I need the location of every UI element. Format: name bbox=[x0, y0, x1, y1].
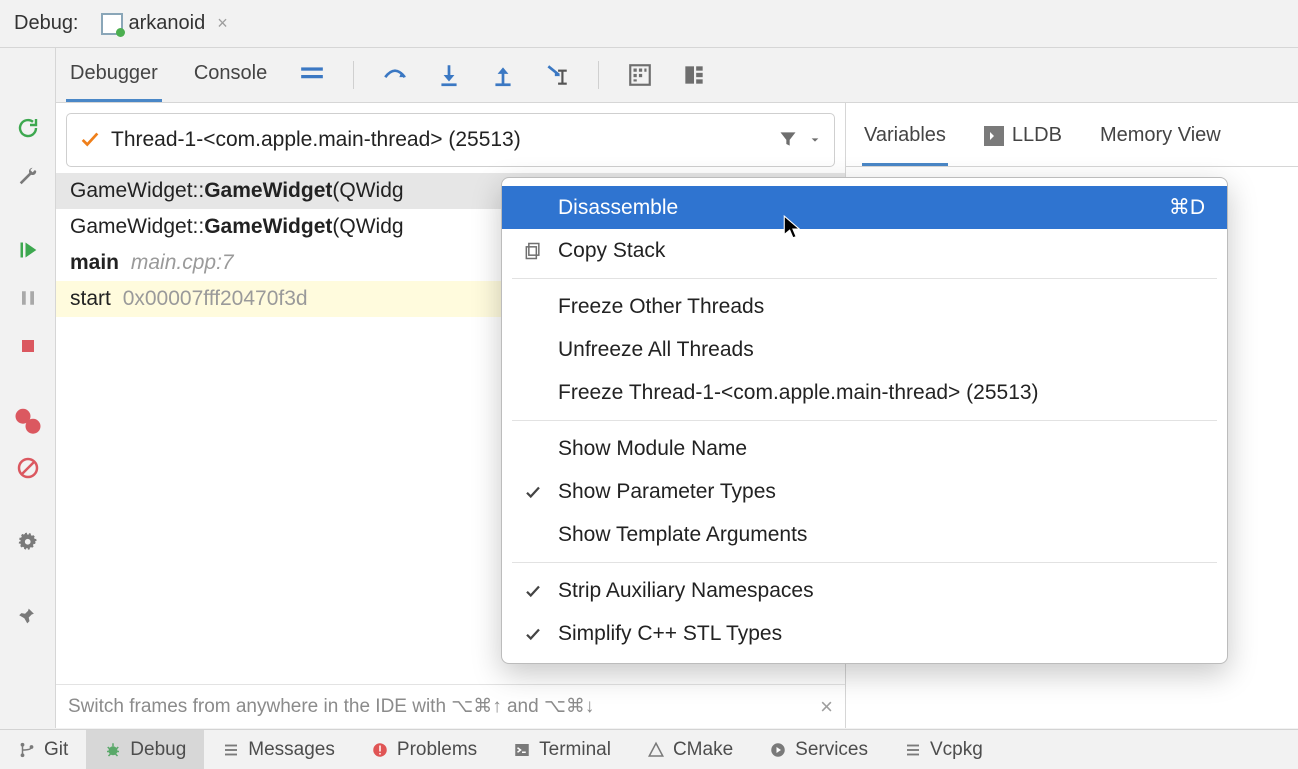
tool-window-tabs: Debug: arkanoid × bbox=[0, 0, 1298, 47]
stop-icon[interactable] bbox=[13, 331, 43, 361]
play-icon bbox=[769, 741, 787, 759]
toolbar-separator bbox=[598, 61, 599, 89]
hint-bar: Switch frames from anywhere in the IDE w… bbox=[56, 684, 845, 728]
terminal-icon bbox=[513, 741, 531, 759]
menu-item-copy-stack[interactable]: Copy Stack bbox=[502, 229, 1227, 272]
evaluate-icon[interactable] bbox=[681, 62, 707, 88]
list-icon bbox=[904, 741, 922, 759]
menu-item-disassemble[interactable]: Disassemble ⌘D bbox=[502, 186, 1227, 229]
run-config-icon bbox=[101, 13, 123, 35]
chevron-down-icon[interactable] bbox=[808, 132, 822, 148]
menu-separator bbox=[512, 562, 1217, 563]
frame-location: main.cpp:7 bbox=[131, 251, 234, 274]
run-config-tab[interactable]: arkanoid × bbox=[99, 8, 230, 39]
tab-variables[interactable]: Variables bbox=[862, 124, 948, 166]
error-icon bbox=[371, 741, 389, 759]
step-out-icon[interactable] bbox=[490, 62, 516, 88]
calculator-icon[interactable] bbox=[627, 62, 653, 88]
menu-item-show-params[interactable]: Show Parameter Types bbox=[502, 470, 1227, 513]
menu-item-freeze-thread[interactable]: Freeze Thread-1-<com.apple.main-thread> … bbox=[502, 371, 1227, 414]
close-icon[interactable]: × bbox=[820, 694, 833, 720]
context-menu: Disassemble ⌘D Copy Stack Freeze Other T… bbox=[501, 177, 1228, 664]
cmake-icon bbox=[647, 741, 665, 759]
toolwin-services[interactable]: Services bbox=[751, 730, 886, 769]
thread-title: Thread-1-<com.apple.main-thread> (25513) bbox=[111, 128, 768, 152]
bug-icon bbox=[104, 741, 122, 759]
debug-toolbar-row: Debugger Console bbox=[0, 47, 1298, 103]
toolwin-messages[interactable]: Messages bbox=[204, 730, 353, 769]
checkmark-icon bbox=[79, 128, 101, 153]
pin-icon[interactable] bbox=[13, 601, 43, 631]
tab-lldb[interactable]: LLDB bbox=[982, 124, 1064, 166]
step-over-icon[interactable] bbox=[382, 62, 408, 88]
menu-item-strip-ns[interactable]: Strip Auxiliary Namespaces bbox=[502, 569, 1227, 612]
terminal-icon bbox=[984, 126, 1004, 146]
list-icon bbox=[222, 741, 240, 759]
rerun-icon[interactable] bbox=[13, 113, 43, 143]
toolwin-terminal[interactable]: Terminal bbox=[495, 730, 629, 769]
thread-selector[interactable]: Thread-1-<com.apple.main-thread> (25513) bbox=[66, 113, 835, 167]
breakpoints-icon[interactable] bbox=[13, 405, 43, 435]
menu-item-show-module[interactable]: Show Module Name bbox=[502, 427, 1227, 470]
gutter-spacer bbox=[0, 48, 56, 103]
tab-debugger[interactable]: Debugger bbox=[66, 50, 162, 102]
checkmark-icon bbox=[520, 582, 546, 600]
tab-console[interactable]: Console bbox=[190, 50, 271, 102]
branch-icon bbox=[18, 741, 36, 759]
run-config-name: arkanoid bbox=[129, 12, 206, 35]
debug-gutter bbox=[0, 103, 56, 728]
checkmark-icon bbox=[520, 625, 546, 643]
mute-breakpoints-icon[interactable] bbox=[13, 453, 43, 483]
menu-item-freeze-other[interactable]: Freeze Other Threads bbox=[502, 285, 1227, 328]
layout-icon[interactable] bbox=[299, 62, 325, 88]
debug-title: Debug: bbox=[14, 12, 79, 35]
toolwin-vcpkg[interactable]: Vcpkg bbox=[886, 730, 1001, 769]
pause-icon[interactable] bbox=[13, 283, 43, 313]
tab-memory-view[interactable]: Memory View bbox=[1098, 124, 1223, 166]
resume-icon[interactable] bbox=[13, 235, 43, 265]
toolbar-separator bbox=[353, 61, 354, 89]
frame-location: 0x00007fff20470f3d bbox=[123, 287, 308, 310]
settings-icon[interactable] bbox=[13, 527, 43, 557]
mouse-cursor-icon bbox=[783, 215, 805, 241]
toolwin-debug[interactable]: Debug bbox=[86, 730, 204, 769]
close-icon[interactable]: × bbox=[217, 13, 228, 34]
filter-icon[interactable] bbox=[778, 129, 798, 152]
checkmark-icon bbox=[520, 483, 546, 501]
toolwin-git[interactable]: Git bbox=[0, 730, 86, 769]
copy-icon bbox=[520, 241, 546, 261]
menu-item-unfreeze-all[interactable]: Unfreeze All Threads bbox=[502, 328, 1227, 371]
menu-item-simplify-stl[interactable]: Simplify C++ STL Types bbox=[502, 612, 1227, 655]
run-to-cursor-icon[interactable] bbox=[544, 62, 570, 88]
menu-separator bbox=[512, 278, 1217, 279]
hint-text: Switch frames from anywhere in the IDE w… bbox=[68, 695, 594, 718]
menu-separator bbox=[512, 420, 1217, 421]
toolwin-problems[interactable]: Problems bbox=[353, 730, 495, 769]
wrench-icon[interactable] bbox=[13, 161, 43, 191]
step-into-icon[interactable] bbox=[436, 62, 462, 88]
toolwin-cmake[interactable]: CMake bbox=[629, 730, 751, 769]
shortcut-label: ⌘D bbox=[1169, 195, 1205, 220]
menu-item-show-template[interactable]: Show Template Arguments bbox=[502, 513, 1227, 556]
tool-window-bar: Git Debug Messages Problems Terminal CMa… bbox=[0, 729, 1298, 769]
